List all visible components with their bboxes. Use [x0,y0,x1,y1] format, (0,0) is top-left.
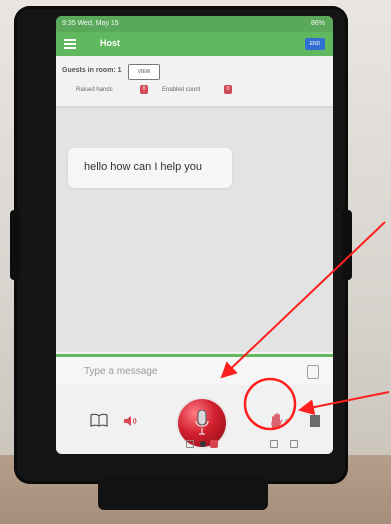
annotation-arrow-input [220,221,386,379]
annotation-circle-hand [243,377,297,431]
annotation-overlay [220,221,390,431]
annotation-arrow-hand [298,391,390,416]
